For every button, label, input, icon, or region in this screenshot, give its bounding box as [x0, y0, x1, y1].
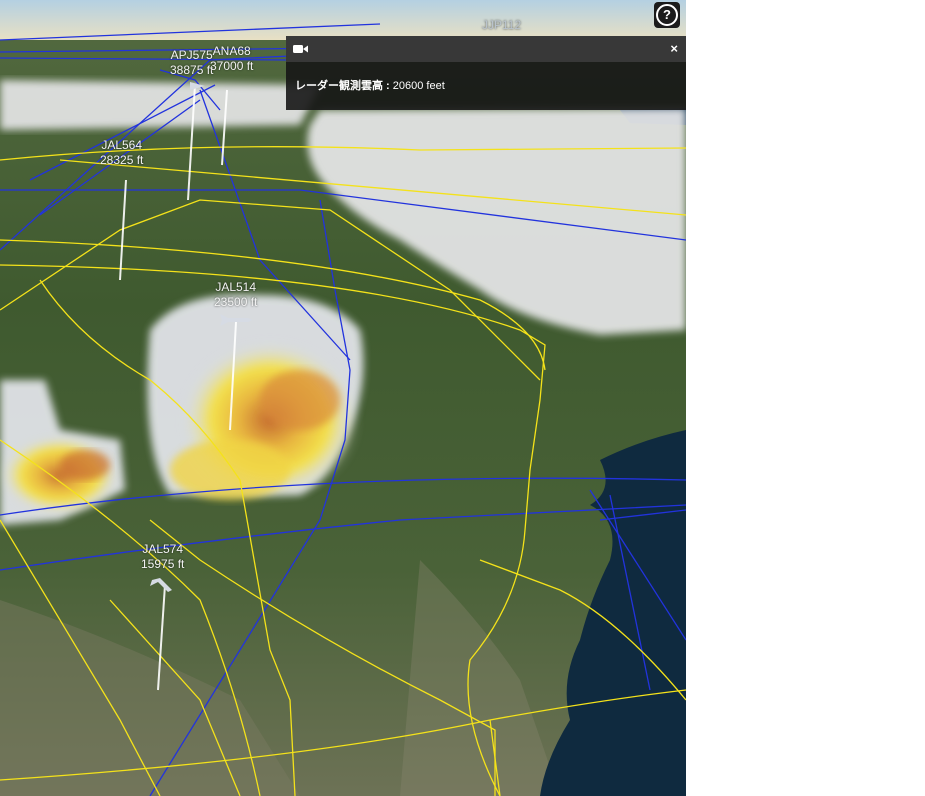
altitude: 23500 ft — [214, 295, 258, 309]
altitude: 37000 ft — [210, 59, 254, 73]
aircraft-label-ana68[interactable]: ANA68 37000 ft — [210, 44, 253, 74]
info-popup: × レーダー観測雲高 : 20600 feet — [286, 36, 686, 110]
sky — [0, 0, 686, 40]
help-button[interactable]: ? — [654, 2, 680, 28]
altitude: 15975 ft — [141, 557, 185, 571]
callsign: JAL514 — [215, 280, 257, 294]
video-camera-icon — [293, 45, 308, 53]
help-icon: ? — [656, 4, 678, 26]
close-button[interactable]: × — [670, 41, 678, 56]
callsign: JAL574 — [142, 542, 184, 556]
aircraft-label-jjp112[interactable]: JJP112 — [482, 18, 521, 33]
aircraft-label-jal514[interactable]: JAL514 23500 ft — [214, 280, 257, 310]
popup-header: × — [286, 36, 686, 62]
cloud-height-value: 20600 feet — [392, 80, 445, 92]
altitude: 38875 ft — [170, 63, 214, 77]
callsign: APJ575 — [170, 48, 213, 62]
callsign: JJP112 — [482, 18, 522, 32]
callsign: ANA68 — [212, 44, 251, 58]
cloud-height-label: レーダー観測雲高 : — [295, 80, 390, 92]
map-scene — [0, 0, 686, 796]
altitude: 28325 ft — [100, 153, 144, 167]
aircraft-label-jal574[interactable]: JAL574 15975 ft — [141, 542, 184, 572]
aircraft-label-apj575[interactable]: APJ575 38875 ft — [170, 48, 213, 78]
popup-body: レーダー観測雲高 : 20600 feet — [286, 62, 686, 108]
callsign: JAL564 — [101, 138, 143, 152]
map-viewport[interactable]: JJP112 APJ575 38875 ft ANA68 37000 ft JA… — [0, 0, 686, 796]
aircraft-label-jal564[interactable]: JAL564 28325 ft — [100, 138, 143, 168]
